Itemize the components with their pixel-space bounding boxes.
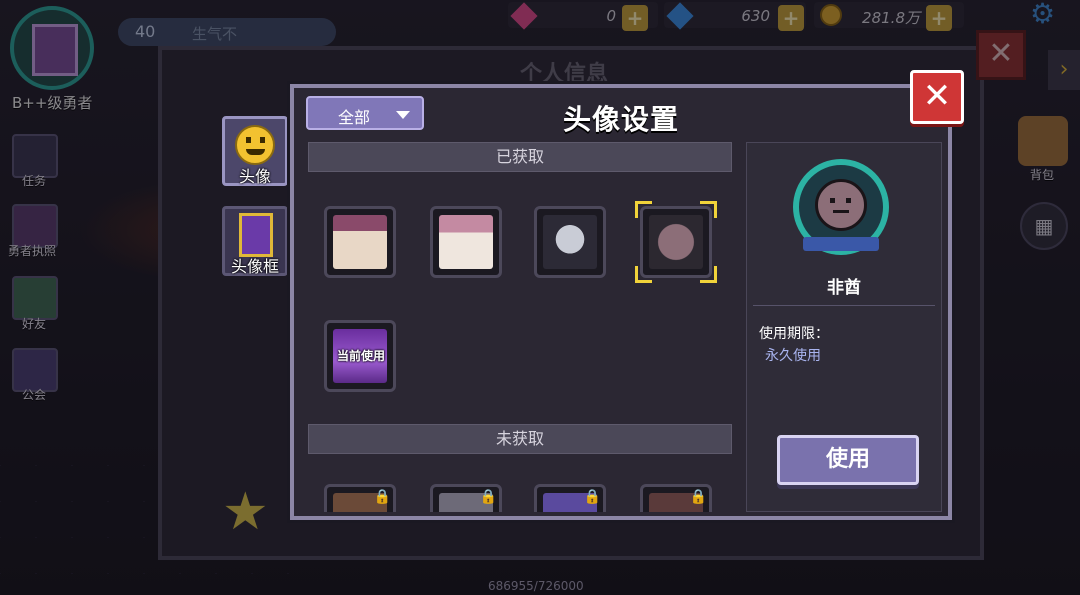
lock-icon: 🔒 [373, 489, 391, 505]
avatar-slot[interactable] [324, 206, 396, 278]
filter-label: 全部 [338, 108, 371, 127]
use-button[interactable]: 使用 [777, 435, 919, 485]
avatar-slot[interactable] [430, 206, 502, 278]
avatar-list[interactable]: 已获取 当前使用 未获取 🔒 🔒 🔒 🔒 [308, 142, 736, 512]
avatar-slot-selected[interactable] [635, 201, 717, 283]
locked-avatar-slot[interactable]: 🔒 [640, 484, 712, 512]
lock-icon: 🔒 [689, 489, 707, 505]
blob-face-icon [815, 179, 867, 231]
smiley-icon [235, 125, 275, 165]
use-button-label: 使用 [825, 447, 870, 472]
tab-avatar-frame-label: 头像框 [230, 257, 279, 276]
locked-avatar-slot[interactable]: 🔒 [534, 484, 606, 512]
hooded-girl-avatar [333, 215, 387, 269]
close-icon: ✕ [922, 76, 952, 116]
filter-dropdown[interactable]: 全部 [306, 96, 424, 130]
locked-avatar-slot[interactable]: 🔒 [430, 484, 502, 512]
tab-avatar[interactable]: 头像 [222, 116, 288, 186]
divider [753, 305, 935, 306]
locked-avatar-slot[interactable]: 🔒 [324, 484, 396, 512]
avatar-detail-panel: 非酋 使用期限： 永久使用 使用 [746, 142, 942, 512]
frame-icon [239, 213, 273, 257]
close-button[interactable]: ✕ [910, 70, 964, 124]
current-use-tag: 当前使用 [336, 349, 385, 363]
tab-avatar-frame[interactable]: 头像框 [222, 206, 288, 276]
avatar-slot[interactable] [534, 206, 606, 278]
validity-label: 使用期限： [759, 326, 829, 342]
avatar-settings-dialog: 头像设置 全部 ✕ 已获取 当前使用 未获取 🔒 🔒 🔒 🔒 非酋 使用期限： … [290, 70, 964, 520]
silver-crest-avatar [543, 215, 597, 269]
section-unobtained: 未获取 [308, 424, 732, 454]
blob-avatar [649, 215, 703, 269]
validity-value: 永久使用 [765, 348, 821, 364]
detail-avatar-name: 非酋 [827, 278, 861, 298]
lock-icon: 🔒 [583, 489, 601, 505]
lock-icon: 🔒 [479, 489, 497, 505]
detail-avatar-preview [793, 159, 889, 255]
chevron-down-icon [396, 111, 410, 119]
tab-avatar-label: 头像 [238, 167, 271, 186]
avatar-slot-current[interactable]: 当前使用 [324, 320, 396, 392]
section-obtained: 已获取 [308, 142, 732, 172]
pink-hat-girl-avatar [439, 215, 493, 269]
